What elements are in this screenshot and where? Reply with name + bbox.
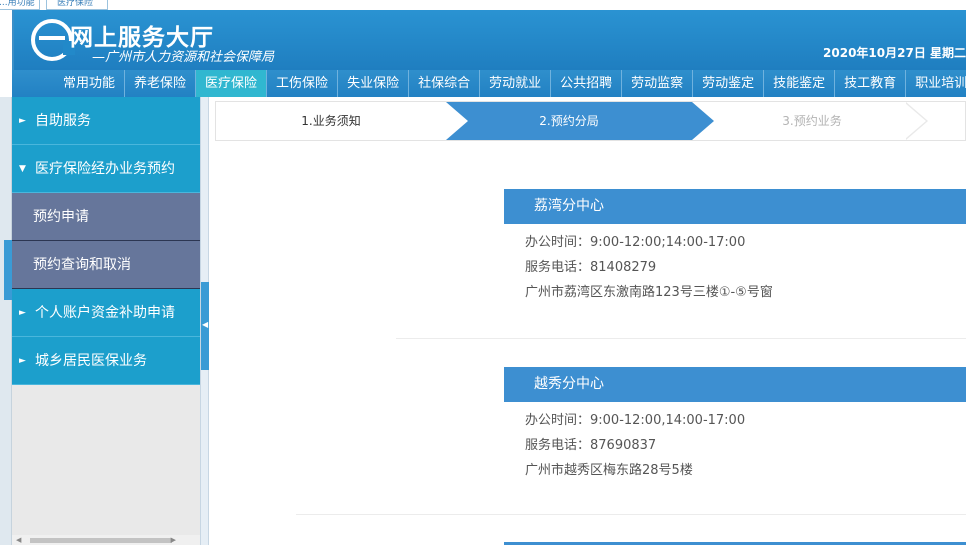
top-tab-common[interactable]: ...用功能 xyxy=(0,0,40,10)
splitter-handle[interactable]: ◀ xyxy=(201,282,209,370)
triangle-right-icon: ► xyxy=(19,116,26,126)
office-address: 广州市荔湾区东激南路123号三楼①-⑤号窗 xyxy=(525,285,773,300)
sidebar-item-self-service[interactable]: ► 自助服务 xyxy=(12,97,200,145)
nav-item-medical[interactable]: 医疗保险 xyxy=(196,70,268,97)
office-phone: 服务电话：81408279 xyxy=(525,260,657,275)
triangle-right-icon: ► xyxy=(19,308,26,318)
sidebar-item-label: 个人账户资金补助申请 xyxy=(35,305,175,321)
step-2-active: 2.预约分局 xyxy=(446,102,692,140)
office-hours: 办公时间：9:00-12:00;14:00-17:00 xyxy=(525,235,746,250)
nav-item-pension[interactable]: 养老保险 xyxy=(125,70,197,97)
nav-item-injury[interactable]: 工伤保险 xyxy=(267,70,339,97)
frame-splitter[interactable]: ◀ xyxy=(200,97,209,545)
collapse-handle[interactable] xyxy=(4,240,12,300)
office-address: 广州市越秀区梅东路28号5楼 xyxy=(525,463,693,478)
nav-item-social-general[interactable]: 社保综合 xyxy=(409,70,481,97)
sidebar: ► 自助服务 ▼ 医疗保险经办业务预约 预约申请 预约查询和取消 ► 个人账户资… xyxy=(12,97,200,545)
step-1: 1.业务须知 xyxy=(301,114,361,128)
nav-item-labor-appraisal[interactable]: 劳动鉴定 xyxy=(693,70,765,97)
step-3: 3.预约业务 xyxy=(782,114,842,128)
nav-item-labor-inspection[interactable]: 劳动监察 xyxy=(622,70,694,97)
nav-item-recruitment[interactable]: 公共招聘 xyxy=(551,70,623,97)
main-nav: 常用功能 养老保险 医疗保险 工伤保险 失业保险 社保综合 劳动就业 公共招聘 … xyxy=(12,70,966,97)
sidebar-subitem-query-cancel[interactable]: 预约查询和取消 xyxy=(12,241,200,289)
nav-item-employment[interactable]: 劳动就业 xyxy=(480,70,552,97)
sidebar-item-account-subsidy[interactable]: ► 个人账户资金补助申请 xyxy=(12,289,200,337)
office-name[interactable]: 荔湾分中心 xyxy=(504,189,966,224)
triangle-right-icon: ► xyxy=(19,356,26,366)
divider xyxy=(396,338,966,339)
nav-item-vocational-training[interactable]: 职业培训 xyxy=(906,70,966,97)
office-hours: 办公时间：9:00-12:00,14:00-17:00 xyxy=(525,413,746,428)
logo-e-icon xyxy=(31,19,75,61)
nav-item-unemployment[interactable]: 失业保险 xyxy=(338,70,410,97)
office-card[interactable]: 荔湾分中心 办公时间：9:00-12:00;14:00-17:00 服务电话：8… xyxy=(504,189,966,305)
step-arrow xyxy=(905,103,926,139)
sidebar-item-label: 医疗保险经办业务预约 xyxy=(35,161,175,177)
current-date: 2020年10月27日 星期二 xyxy=(823,46,966,60)
site-subtitle: —广州市人力资源和社会保障局 xyxy=(92,50,275,65)
triangle-down-icon: ▼ xyxy=(19,164,26,174)
nav-item-tech-education[interactable]: 技工教育 xyxy=(835,70,907,97)
main-content: 1.业务须知 2.预约分局 3.预约业务 荔湾分中心 办公时间：9:00-12:… xyxy=(210,97,966,545)
step-progress: 1.业务须知 2.预约分局 3.预约业务 xyxy=(215,101,966,141)
sidebar-item-label: 预约申请 xyxy=(33,209,89,225)
nav-item-common[interactable]: 常用功能 xyxy=(54,70,126,97)
site-header: 网上服务大厅 —广州市人力资源和社会保障局 2020年10月27日 星期二 xyxy=(12,10,966,70)
office-card[interactable]: 越秀分中心 办公时间：9:00-12:00,14:00-17:00 服务电话：8… xyxy=(504,367,966,483)
sidebar-item-resident-insurance[interactable]: ► 城乡居民医保业务 xyxy=(12,337,200,385)
sidebar-item-label: 预约查询和取消 xyxy=(33,257,131,273)
chevron-left-icon: ◀ xyxy=(202,320,209,329)
step-arrow xyxy=(446,102,468,140)
top-tab-medical[interactable]: 医疗保险 xyxy=(46,0,108,10)
sidebar-item-medical-appointment[interactable]: ▼ 医疗保险经办业务预约 xyxy=(12,145,200,193)
nav-item-skill-appraisal[interactable]: 技能鉴定 xyxy=(764,70,836,97)
sidebar-subitem-apply[interactable]: 预约申请 xyxy=(12,193,200,241)
scroll-left-icon[interactable]: ◀ xyxy=(16,536,21,544)
divider xyxy=(296,514,966,515)
left-frame-strip xyxy=(0,97,12,545)
sidebar-horizontal-scrollbar[interactable]: ◀ ▶ xyxy=(12,535,200,545)
scrollbar-thumb[interactable] xyxy=(30,538,172,543)
office-name[interactable]: 越秀分中心 xyxy=(504,367,966,402)
sidebar-item-label: 自助服务 xyxy=(35,113,91,129)
scroll-right-icon[interactable]: ▶ xyxy=(171,536,176,544)
sidebar-item-label: 城乡居民医保业务 xyxy=(35,353,147,369)
office-phone: 服务电话：87690837 xyxy=(525,438,657,453)
